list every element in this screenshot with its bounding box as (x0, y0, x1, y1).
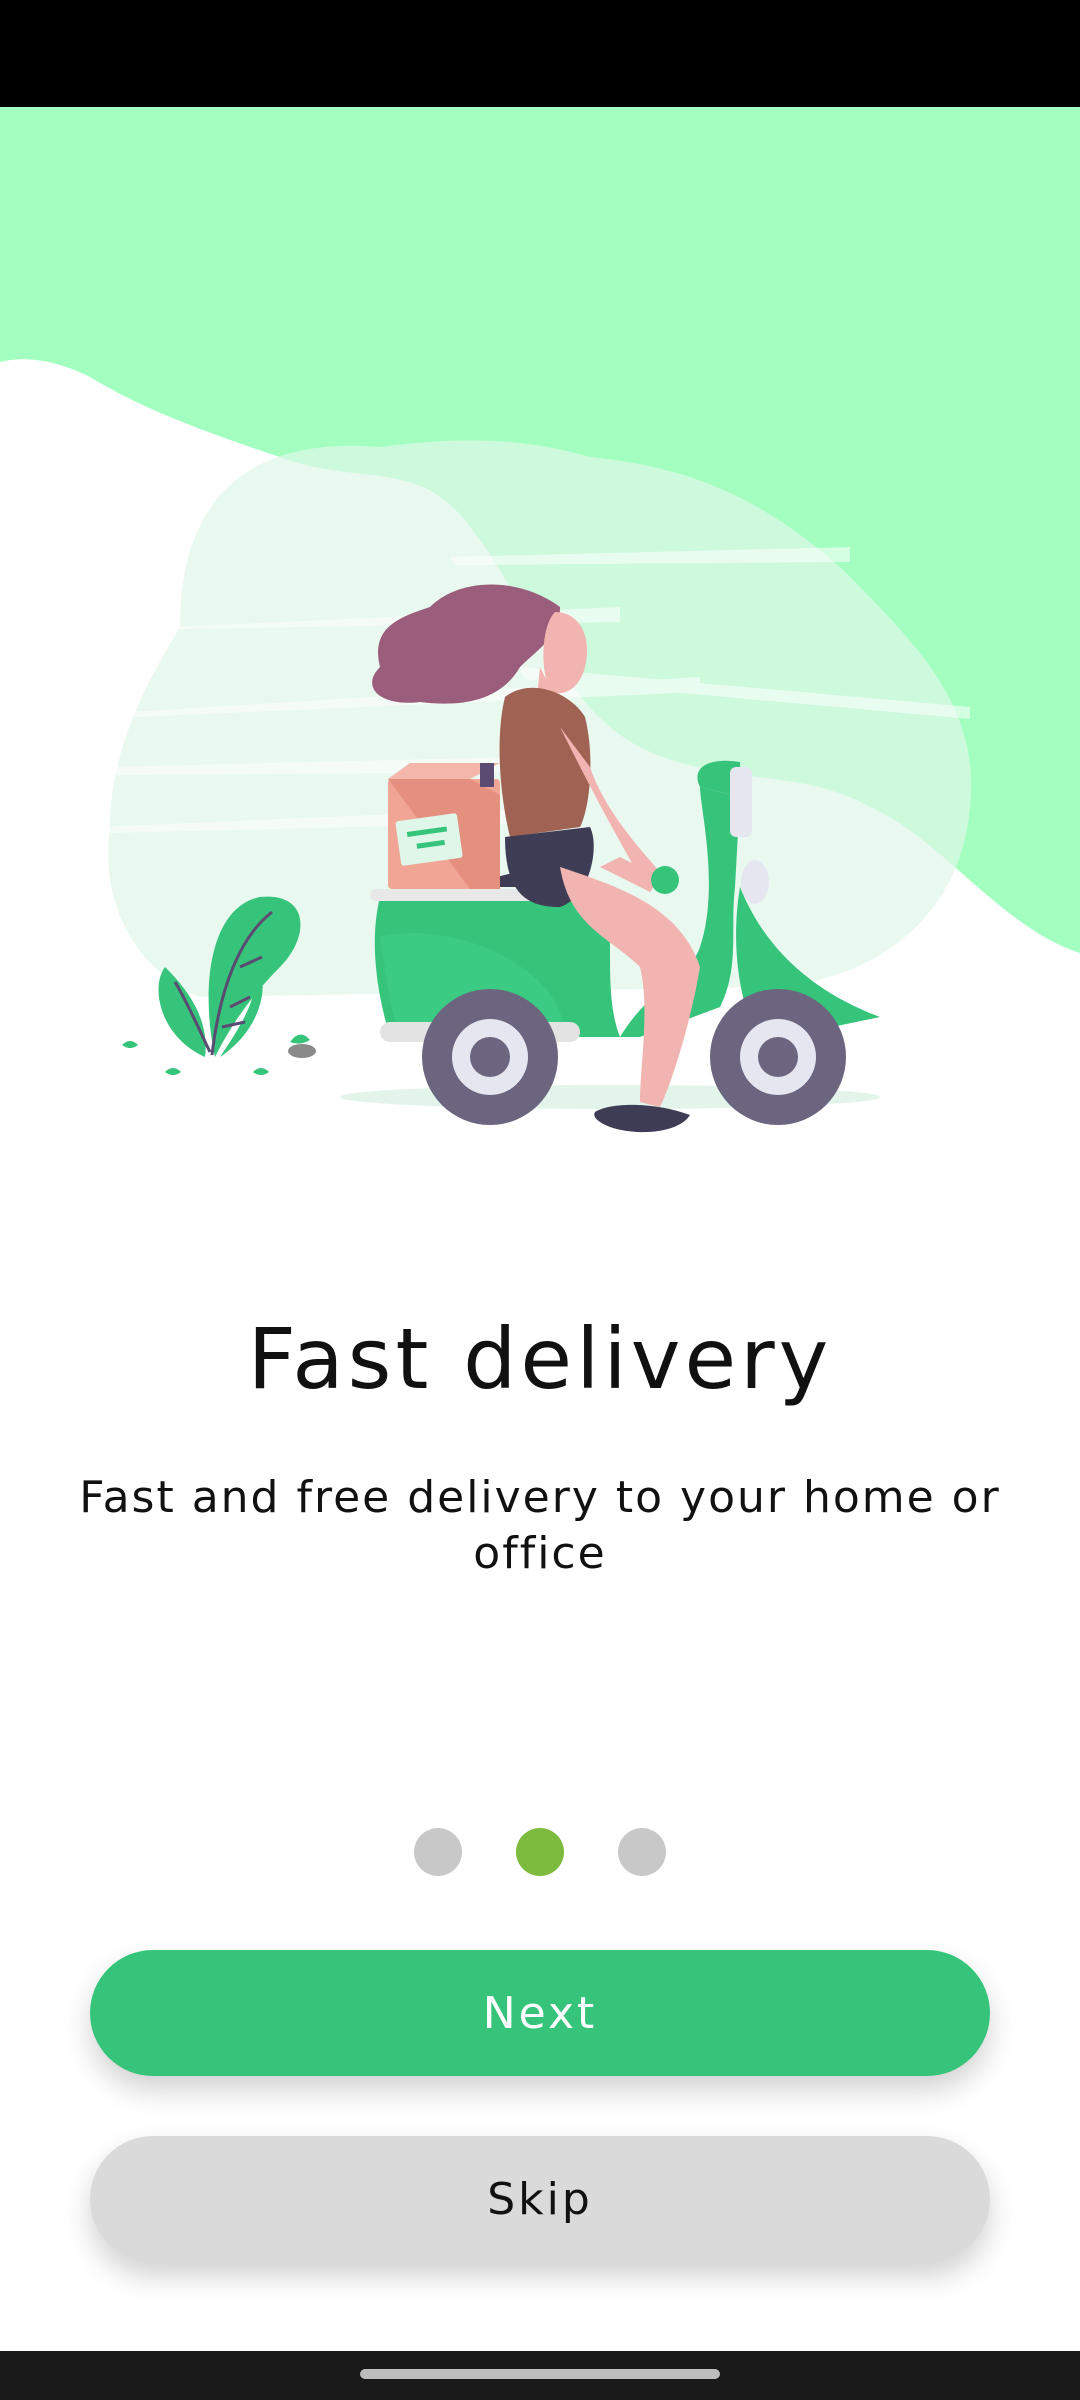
status-bar (0, 0, 1080, 107)
delivery-illustration (0, 107, 1080, 1160)
page-indicator-dot-1 (414, 1828, 462, 1876)
skip-button[interactable]: Skip (90, 2136, 990, 2262)
home-indicator[interactable] (360, 2369, 720, 2379)
package-box (388, 763, 500, 889)
page-indicator (0, 1828, 1080, 1876)
next-button[interactable]: Next (90, 1950, 990, 2076)
onboarding-subtitle: Fast and free delivery to your home or o… (79, 1472, 1001, 1579)
onboarding-title: Fast delivery (247, 1310, 833, 1408)
page-indicator-dot-3 (618, 1828, 666, 1876)
page-indicator-dot-2-active (516, 1828, 564, 1876)
